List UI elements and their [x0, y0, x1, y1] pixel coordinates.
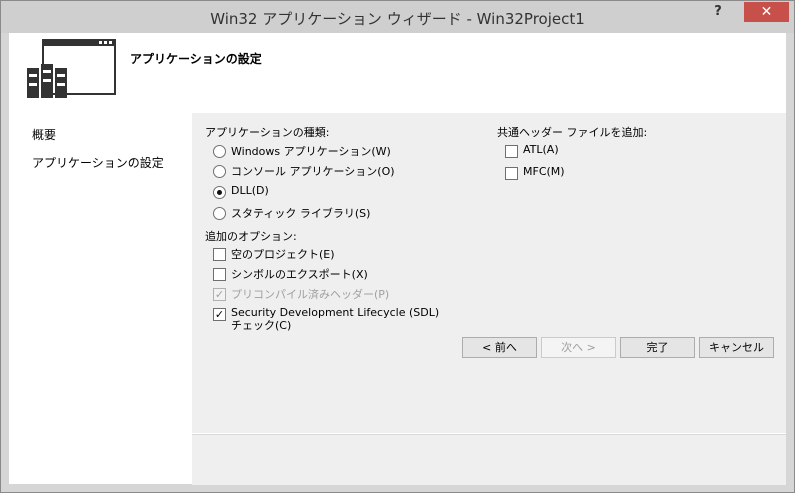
page-title: アプリケーションの設定	[130, 52, 262, 66]
radio-dll[interactable]: DLL(D)	[213, 184, 269, 199]
checkbox-label: ATL(A)	[523, 143, 559, 156]
wizard-sidebar: 概要 アプリケーションの設定	[9, 113, 191, 484]
radio-label: DLL(D)	[231, 184, 269, 197]
radio-static-library[interactable]: スタティック ライブラリ(S)	[213, 205, 370, 221]
wizard-header: アプリケーションの設定	[9, 33, 786, 113]
checkbox-sdl-checks[interactable]: ✓ Security Development Lifecycle (SDL) チ…	[213, 306, 453, 332]
additional-options-heading: 追加のオプション:	[205, 230, 297, 243]
back-button[interactable]: < 前へ	[462, 337, 537, 358]
radio-indicator[interactable]	[213, 165, 226, 178]
checkbox-indicator[interactable]	[505, 145, 518, 158]
checkbox-label: 空のプロジェクト(E)	[231, 248, 335, 261]
cancel-button[interactable]: キャンセル	[699, 337, 774, 358]
wizard-window: Win32 アプリケーション ウィザード - Win32Project1 ? ✕…	[0, 0, 795, 493]
finish-button[interactable]: 完了	[620, 337, 695, 358]
checkbox-atl[interactable]: ATL(A)	[505, 143, 559, 158]
settings-panel: アプリケーションの種類: Windows アプリケーション(W) コンソール ア…	[192, 113, 786, 433]
checkbox-label: Security Development Lifecycle (SDL) チェッ…	[231, 306, 440, 332]
wizard-footer	[192, 434, 786, 485]
close-button[interactable]: ✕	[744, 2, 789, 22]
checkmark-icon[interactable]: ✓	[213, 288, 226, 301]
radio-indicator[interactable]	[213, 207, 226, 220]
application-wizard-icon	[27, 39, 116, 98]
checkbox-label: シンボルのエクスポート(X)	[231, 268, 368, 281]
checkbox-mfc[interactable]: MFC(M)	[505, 165, 565, 180]
radio-label: スタティック ライブラリ(S)	[231, 207, 371, 220]
radio-indicator[interactable]	[213, 145, 226, 158]
radio-console-application[interactable]: コンソール アプリケーション(O)	[213, 163, 395, 179]
checkbox-empty-project[interactable]: 空のプロジェクト(E)	[213, 246, 335, 262]
common-headers-heading: 共通ヘッダー ファイルを追加:	[497, 126, 648, 139]
sidebar-item-application-settings[interactable]: アプリケーションの設定	[32, 154, 164, 171]
radio-indicator-selected[interactable]	[213, 186, 226, 199]
checkbox-export-symbols[interactable]: シンボルのエクスポート(X)	[213, 266, 368, 282]
checkbox-label: MFC(M)	[523, 165, 565, 178]
radio-label: コンソール アプリケーション(O)	[231, 165, 395, 178]
checkbox-indicator[interactable]	[213, 268, 226, 281]
wizard-content: 概要 アプリケーションの設定 アプリケーションの種類: Windows アプリケ…	[9, 113, 786, 485]
checkbox-indicator[interactable]	[213, 248, 226, 261]
sidebar-item-overview[interactable]: 概要	[32, 126, 56, 143]
checkbox-indicator[interactable]	[505, 167, 518, 180]
title-bar[interactable]: Win32 アプリケーション ウィザード - Win32Project1 ? ✕	[1, 1, 794, 33]
checkbox-precompiled-header[interactable]: ✓ プリコンパイル済みヘッダー(P)	[213, 286, 389, 302]
window-title: Win32 アプリケーション ウィザード - Win32Project1	[210, 10, 585, 28]
radio-windows-application[interactable]: Windows アプリケーション(W)	[213, 143, 391, 159]
checkbox-label: プリコンパイル済みヘッダー(P)	[231, 288, 390, 301]
help-button[interactable]: ?	[706, 4, 730, 22]
radio-label: Windows アプリケーション(W)	[231, 145, 391, 158]
next-button[interactable]: 次へ >	[541, 337, 616, 358]
checkmark-icon[interactable]: ✓	[213, 308, 226, 321]
application-type-heading: アプリケーションの種類:	[205, 126, 330, 139]
